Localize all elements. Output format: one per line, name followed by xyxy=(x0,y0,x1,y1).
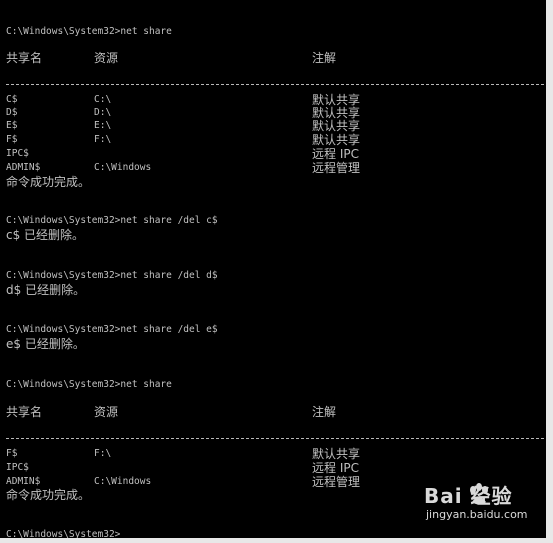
share-resource: C:\Windows xyxy=(94,476,152,487)
table-separator xyxy=(6,438,544,439)
command-text: net share xyxy=(120,379,172,390)
share-remark: 默认共享 xyxy=(312,106,361,120)
command-line-2: C:\Windows\System32>net share xyxy=(6,378,172,392)
command-prompt-console[interactable]: C:\Windows\System32>net share 共享名 资源 注解 … xyxy=(0,0,546,538)
share-name: IPC$ xyxy=(6,462,29,473)
window-right-border xyxy=(546,0,553,543)
command-line-del-e: C:\Windows\System32>net share /del e$ xyxy=(6,324,218,335)
command-line-del-d: C:\Windows\System32>net share /del d$ xyxy=(6,270,218,281)
table-row: IPC$ 远程 IPC xyxy=(6,147,359,161)
watermark-url: jingyan.baidu.com xyxy=(426,508,528,521)
share-resource: D:\ xyxy=(94,107,112,118)
table-row: F$ F:\ 默认共享 xyxy=(6,133,360,147)
share-resource: E:\ xyxy=(94,120,112,131)
paw-icon xyxy=(470,483,488,505)
table-row: E$ E:\ 默认共享 xyxy=(6,119,360,133)
share-name: C$ xyxy=(6,94,18,105)
share-resource: C:\ xyxy=(94,94,112,105)
success-message: 命令成功完成。 xyxy=(6,488,91,502)
table-separator xyxy=(6,84,544,85)
table-row: C$ C:\ 默认共享 xyxy=(6,93,360,107)
table-row: ADMIN$ C:\Windows 远程管理 xyxy=(6,161,360,175)
del-c-result: c$ 已经删除。 xyxy=(6,228,85,242)
share-name: ADMIN$ xyxy=(6,162,41,173)
command-line-del-c: C:\Windows\System32>net share /del c$ xyxy=(6,215,218,226)
table-row: D$ D:\ 默认共享 xyxy=(6,106,360,120)
share-table-header: 共享名 资源 注解 xyxy=(6,405,336,419)
share-remark: 默认共享 xyxy=(312,119,361,133)
header-resource: 资源 xyxy=(94,405,119,419)
share-resource: C:\Windows xyxy=(94,162,152,173)
table-row: ADMIN$ C:\Windows 远程管理 xyxy=(6,475,360,489)
command-line-1: C:\Windows\System32>net share xyxy=(6,25,172,39)
share-remark: 远程 IPC xyxy=(312,461,359,475)
share-remark: 远程管理 xyxy=(312,475,361,489)
success-message: 命令成功完成。 xyxy=(6,175,91,189)
share-remark: 远程 IPC xyxy=(312,147,359,161)
prompt-text: C:\Windows\System32> xyxy=(6,379,121,390)
command-text: net share xyxy=(120,26,172,37)
prompt-text: C:\Windows\System32> xyxy=(6,26,121,37)
header-remark: 注解 xyxy=(312,405,337,419)
share-name: F$ xyxy=(6,448,18,459)
del-e-result: e$ 已经删除。 xyxy=(6,337,85,351)
header-remark: 注解 xyxy=(312,51,337,65)
share-remark: 默认共享 xyxy=(312,93,361,107)
share-resource: F:\ xyxy=(94,448,112,459)
share-remark: 默认共享 xyxy=(312,447,361,461)
final-prompt: C:\Windows\System32> xyxy=(6,529,121,538)
table-row: F$ F:\ 默认共享 xyxy=(6,447,360,461)
header-share-name: 共享名 xyxy=(6,51,43,65)
share-remark: 默认共享 xyxy=(312,133,361,147)
del-d-result: d$ 已经删除。 xyxy=(6,283,86,297)
share-remark: 远程管理 xyxy=(312,161,361,175)
share-resource: F:\ xyxy=(94,134,112,145)
screenshot-frame: C:\Windows\System32>net share 共享名 资源 注解 … xyxy=(0,0,553,543)
baidu-jingyan-watermark: Bai 经验 jingyan.baidu.com xyxy=(420,480,546,530)
share-name: F$ xyxy=(6,134,18,145)
share-table-header: 共享名 资源 注解 xyxy=(6,51,336,65)
share-name: ADMIN$ xyxy=(6,476,41,487)
window-bottom-border xyxy=(0,538,553,543)
share-name: E$ xyxy=(6,120,18,131)
share-name: IPC$ xyxy=(6,148,29,159)
table-row: IPC$ 远程 IPC xyxy=(6,461,359,475)
share-name: D$ xyxy=(6,107,18,118)
header-share-name: 共享名 xyxy=(6,405,43,419)
header-resource: 资源 xyxy=(94,51,119,65)
